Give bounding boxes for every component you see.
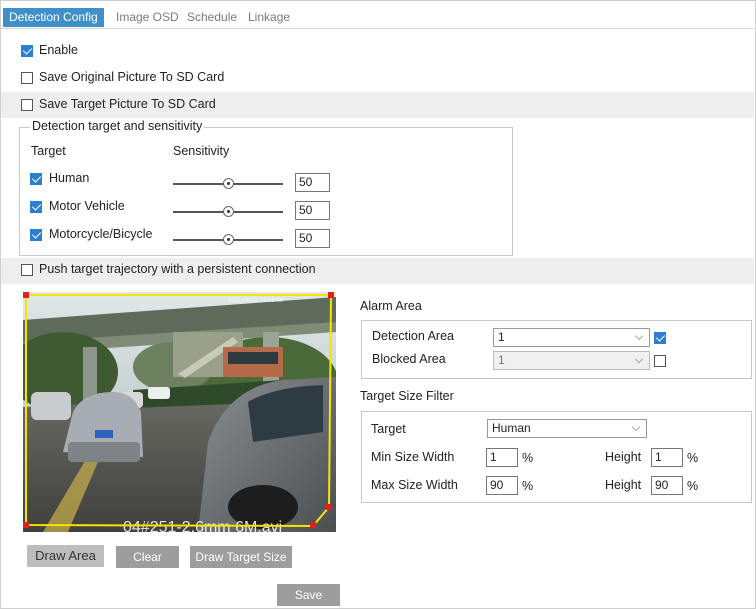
blocked-area-select[interactable]: 1 xyxy=(493,351,650,370)
push-trajectory-checkbox[interactable] xyxy=(21,264,33,276)
tab-detection-config[interactable]: Detection Config xyxy=(3,8,104,27)
target-column-header: Target xyxy=(31,144,66,158)
min-size-height-input[interactable]: 1 xyxy=(651,448,683,467)
video-preview[interactable]: 04#251-2.6mm 6M.avi 2021-06-11 14:08:00 xyxy=(23,292,336,532)
min-size-width-label: Min Size Width xyxy=(371,450,455,464)
detection-area-checkbox[interactable] xyxy=(654,332,666,344)
clear-button[interactable]: Clear xyxy=(116,546,179,568)
enable-checkbox[interactable] xyxy=(21,45,33,57)
blocked-area-value: 1 xyxy=(498,353,505,367)
blocked-area-label: Blocked Area xyxy=(372,352,446,366)
motorcycle-bicycle-checkbox[interactable] xyxy=(30,229,42,241)
human-sensitivity-input[interactable]: 50 xyxy=(295,173,330,192)
save-original-label: Save Original Picture To SD Card xyxy=(39,70,225,84)
detection-area-value: 1 xyxy=(498,330,505,344)
enable-label: Enable xyxy=(39,43,78,57)
human-checkbox[interactable] xyxy=(30,173,42,185)
save-target-label: Save Target Picture To SD Card xyxy=(39,97,216,111)
save-original-checkbox[interactable] xyxy=(21,72,33,84)
human-slider-handle[interactable] xyxy=(223,178,234,189)
size-target-select[interactable]: Human xyxy=(487,419,647,438)
min-height-unit: % xyxy=(687,451,699,465)
max-height-label: Height xyxy=(605,478,642,492)
tab-bar: Detection Config Image OSD Schedule Link… xyxy=(1,1,754,29)
chevron-down-icon xyxy=(634,354,644,364)
blocked-area-checkbox[interactable] xyxy=(654,355,666,367)
size-target-label: Target xyxy=(371,422,406,436)
motor-vehicle-checkbox[interactable] xyxy=(30,201,42,213)
detection-area-select[interactable]: 1 xyxy=(493,328,650,347)
detection-area-label: Detection Area xyxy=(372,329,454,343)
max-size-width-input[interactable]: 90 xyxy=(486,476,518,495)
sensitivity-column-header: Sensitivity xyxy=(173,144,230,158)
save-target-checkbox[interactable] xyxy=(21,99,33,111)
detection-group-legend: Detection target and sensitivity xyxy=(30,119,205,133)
min-height-label: Height xyxy=(605,450,642,464)
tab-linkage[interactable]: Linkage xyxy=(242,8,296,27)
max-height-unit: % xyxy=(687,479,699,493)
alarm-area-title: Alarm Area xyxy=(360,299,422,313)
draw-area-button[interactable]: Draw Area xyxy=(27,545,104,567)
target-size-filter-title: Target Size Filter xyxy=(360,389,454,403)
save-button[interactable]: Save xyxy=(277,584,340,606)
max-size-width-label: Max Size Width xyxy=(371,478,458,492)
motor-vehicle-sensitivity-input[interactable]: 50 xyxy=(295,201,330,220)
tab-schedule[interactable]: Schedule xyxy=(181,8,243,27)
max-width-unit: % xyxy=(522,479,534,493)
chevron-down-icon xyxy=(631,422,641,432)
motorcycle-bicycle-slider-handle[interactable] xyxy=(223,234,234,245)
tab-image-osd[interactable]: Image OSD xyxy=(110,8,185,27)
human-label: Human xyxy=(49,171,90,185)
push-trajectory-label: Push target trajectory with a persistent… xyxy=(39,262,316,276)
motorcycle-bicycle-sensitivity-input[interactable]: 50 xyxy=(295,229,330,248)
chevron-down-icon xyxy=(634,331,644,341)
video-frame-image: 04#251-2.6mm 6M.avi 2021-06-11 14:08:00 xyxy=(23,292,336,532)
max-size-height-input[interactable]: 90 xyxy=(651,476,683,495)
min-size-width-input[interactable]: 1 xyxy=(486,448,518,467)
draw-target-size-button[interactable]: Draw Target Size xyxy=(190,546,292,568)
motorcycle-bicycle-label: Motorcycle/Bicycle xyxy=(49,227,153,241)
motor-vehicle-slider-handle[interactable] xyxy=(223,206,234,217)
motor-vehicle-label: Motor Vehicle xyxy=(49,199,125,213)
min-width-unit: % xyxy=(522,451,534,465)
video-timestamp: 2021-06-11 14:08:00 xyxy=(228,298,284,304)
size-target-value: Human xyxy=(492,421,531,435)
